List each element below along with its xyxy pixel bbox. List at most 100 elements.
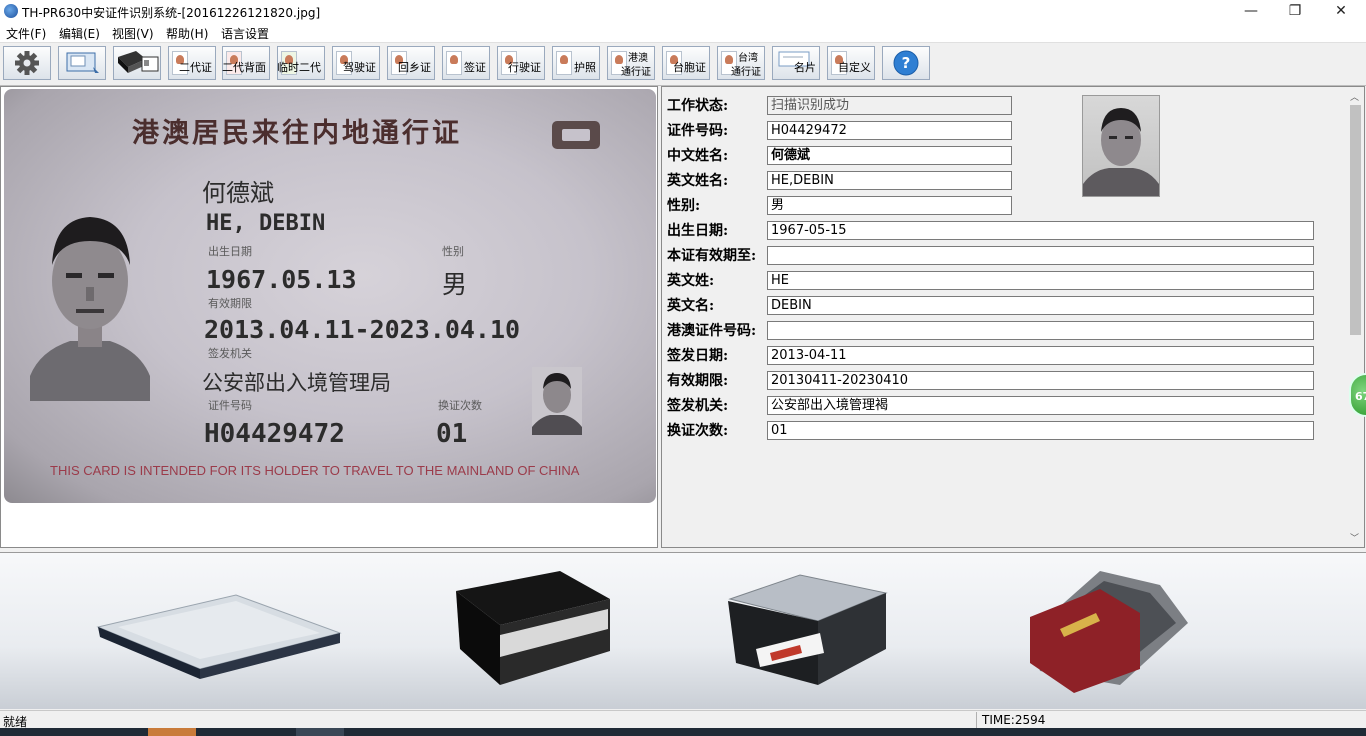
scan-button[interactable] (58, 46, 106, 80)
hk-macau-number-field[interactable] (767, 321, 1314, 340)
validity-field[interactable]: 20130411-20230410 (767, 371, 1314, 390)
card-validity: 2013.04.11-2023.04.10 (204, 315, 521, 344)
custom-label: 自定义 (838, 61, 871, 74)
holder-photo-small (532, 367, 582, 435)
label-renewal-times: 换证次数: (667, 423, 729, 439)
holder-photo (30, 217, 150, 401)
renewal-times-field[interactable]: 01 (767, 421, 1314, 440)
menu-view[interactable]: 视图(V) (112, 25, 154, 42)
gear-icon (15, 51, 39, 75)
hk-macau-top-label: 港澳 (628, 53, 648, 64)
card-birth-label: 出生日期 (208, 245, 252, 258)
card-validity-label: 有效期限 (208, 297, 252, 310)
close-button[interactable]: ✕ (1318, 0, 1364, 22)
menu-help[interactable]: 帮助(H) (166, 25, 208, 42)
scroll-thumb[interactable] (1350, 105, 1361, 335)
svg-text:?: ? (902, 54, 911, 72)
taiwan-pass-button[interactable]: 台湾 通行证 (717, 46, 765, 80)
desktop-reader-icon (456, 571, 610, 685)
passport-label: 护照 (574, 61, 596, 74)
taskbar (0, 728, 1366, 736)
taskbar-app-1[interactable] (148, 728, 196, 736)
card-name-en: HE, DEBIN (206, 211, 326, 236)
label-surname-en: 英文姓: (667, 273, 715, 289)
hk-macau-label: 通行证 (621, 67, 651, 78)
card-reader-icon (118, 51, 159, 73)
flatbed-scanner-icon (96, 594, 342, 679)
card-title: 港澳居民来往内地通行证 (132, 118, 462, 149)
taskbar-app-2[interactable] (296, 728, 344, 736)
taiwan-pass-label: 通行证 (731, 67, 761, 78)
window-title: TH-PR630中安证件识别系统-[20161226121820.jpg] (22, 6, 321, 20)
question-icon: ? (893, 50, 919, 76)
label-given-name-en: 英文名: (667, 298, 715, 314)
form-scrollbar[interactable]: ︿ ﹀ (1347, 87, 1364, 547)
name-cn-field[interactable]: 何德斌 (767, 146, 1012, 165)
id2-back-button[interactable]: 二代背面 (222, 46, 270, 80)
card-authority: 公安部出入境管理局 (202, 371, 391, 395)
menu-bar: 文件(F) 编辑(E) 视图(V) 帮助(H) 语言设置 (0, 22, 1366, 43)
card-times: 01 (436, 419, 468, 449)
visa-button[interactable]: 签证 (442, 46, 490, 80)
app-icon (4, 4, 18, 18)
status-divider (976, 712, 977, 728)
menu-edit[interactable]: 编辑(E) (59, 25, 100, 42)
card-sex-label: 性别 (442, 245, 464, 258)
product-images (96, 571, 1188, 693)
sex-field[interactable]: 男 (767, 196, 1012, 215)
doc-number-field[interactable]: H04429472 (767, 121, 1012, 140)
work-status-field: 扫描识别成功 (767, 96, 1012, 115)
visa-card-icon (446, 51, 462, 75)
passport-icon (556, 51, 572, 75)
maximize-button[interactable]: ❐ (1272, 0, 1318, 22)
toolbar: 二代证 二代背面 临时二代 驾驶证 回乡证 签证 行驶证 护照 港澳 通行证 台… (0, 43, 1366, 86)
id2-button[interactable]: 二代证 (168, 46, 216, 80)
taiwan-compatriot-button[interactable]: 台胞证 (662, 46, 710, 80)
passport-button[interactable]: 护照 (552, 46, 600, 80)
given-name-en-field[interactable]: DEBIN (767, 296, 1314, 315)
reader-button[interactable] (113, 46, 161, 80)
valid-until-field[interactable] (767, 246, 1314, 265)
floating-badge[interactable]: 67 (1349, 373, 1366, 417)
driver-license-button[interactable]: 驾驶证 (332, 46, 380, 80)
temp-id-button[interactable]: 临时二代 (277, 46, 325, 80)
product-banner (0, 552, 1366, 709)
issue-date-field[interactable]: 2013-04-11 (767, 346, 1314, 365)
card-number: H04429472 (204, 419, 345, 449)
name-en-field[interactable]: HE,DEBIN (767, 171, 1012, 190)
authority-field[interactable]: 公安部出入境管理褐 (767, 396, 1314, 415)
status-bar: 就绪 TIME:2594 (0, 710, 1366, 729)
id2-back-label: 二代背面 (222, 61, 266, 74)
business-card-button[interactable]: 名片 (772, 46, 820, 80)
portrait-image (1083, 108, 1159, 196)
temp-id-label: 临时二代 (277, 61, 321, 74)
home-return-permit-button[interactable]: 回乡证 (387, 46, 435, 80)
birth-field[interactable]: 1967-05-15 (767, 221, 1314, 240)
title-bar: TH-PR630中安证件识别系统-[20161226121820.jpg] — … (0, 0, 1366, 22)
id2-label: 二代证 (179, 61, 212, 74)
taiwan-top-label: 台湾 (738, 53, 758, 64)
scanner-icon (66, 52, 99, 73)
surname-en-field[interactable]: HE (767, 271, 1314, 290)
card-reader-device-icon (1030, 571, 1188, 693)
card-authority-label: 签发机关 (208, 347, 252, 360)
vehicle-license-button[interactable]: 行驶证 (497, 46, 545, 80)
card-times-label: 换证次数 (438, 399, 482, 412)
home-return-label: 回乡证 (398, 61, 431, 74)
minimize-button[interactable]: — (1228, 0, 1274, 22)
custom-button[interactable]: 自定义 (827, 46, 875, 80)
portrait-photo (1082, 95, 1160, 197)
label-name-en: 英文姓名: (667, 173, 729, 189)
menu-language[interactable]: 语言设置 (221, 25, 269, 42)
help-button[interactable]: ? (882, 46, 930, 80)
scroll-up-icon[interactable]: ︿ (1350, 90, 1359, 103)
label-work-status: 工作状态: (667, 98, 729, 114)
label-valid-until: 本证有效期至: (667, 248, 757, 264)
menu-file[interactable]: 文件(F) (6, 25, 46, 42)
hk-macau-pass-button[interactable]: 港澳 通行证 (607, 46, 655, 80)
scroll-down-icon[interactable]: ﹀ (1350, 531, 1359, 544)
settings-button[interactable] (3, 46, 51, 80)
result-form: 工作状态: 扫描识别成功 证件号码: H04429472 中文姓名: 何德斌 英… (661, 86, 1365, 548)
passport-scanner-icon (728, 574, 888, 685)
card-sex: 男 (442, 270, 468, 299)
